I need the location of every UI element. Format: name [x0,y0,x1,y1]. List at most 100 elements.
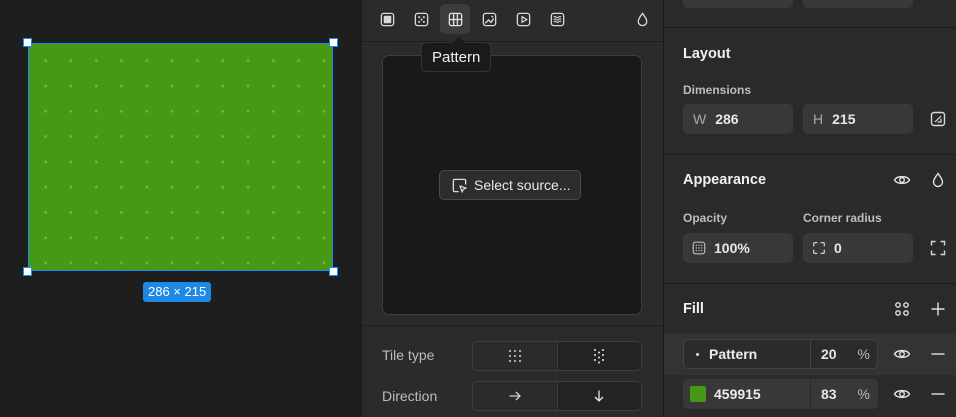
opacity-icon [692,241,706,255]
plus-icon [931,302,945,316]
expand-corners-icon [930,240,946,256]
fill-popover: Select source... Pattern Tile type Direc… [361,0,664,417]
width-value: 286 [715,111,739,127]
fill-type-tabs [370,3,656,37]
fill-opacity-value: 20 [821,346,837,362]
dimensions-label: Dimensions [683,83,752,97]
corner-radius-label: Corner radius [803,211,882,225]
fill-opacity-field[interactable]: 83 % [810,380,878,408]
eye-icon [893,349,911,359]
pattern-fill-tab[interactable] [440,4,470,34]
fill-row-pattern[interactable]: Pattern 20 % [664,333,956,375]
resize-handle-top-right[interactable] [329,38,338,47]
resize-to-fit-button[interactable] [928,109,948,129]
opacity-field[interactable]: 100% [683,233,793,263]
minus-icon [931,353,945,355]
pattern-preview: Select source... [382,55,642,315]
offset-dots-icon [594,349,605,364]
tile-type-segmented-control [472,341,642,371]
fill-visibility-button[interactable] [892,344,912,364]
canvas[interactable]: 286 × 215 [0,0,361,417]
height-field[interactable]: H 215 [803,104,913,134]
size-badge: 286 × 215 [143,282,212,302]
remove-fill-button[interactable] [928,384,948,404]
select-source-icon [452,178,467,193]
eye-icon [893,175,911,185]
fill-row-color[interactable]: 459915 83 % [664,373,956,415]
tile-type-offset-option[interactable] [556,342,641,370]
corner-radius-value: 0 [834,240,842,256]
partial-field[interactable] [683,0,793,8]
appearance-title: Appearance [683,172,767,188]
blend-mode-button[interactable] [627,4,657,34]
noise-icon [550,12,564,26]
fill-opacity-value: 83 [821,386,837,402]
opacity-value: 100% [714,240,750,256]
opacity-label: Opacity [683,211,728,225]
droplet-icon [637,11,647,26]
inspector-panel: Layout Dimensions W 286 H 215 Appearance… [663,0,956,417]
divider [362,325,664,326]
fill-opacity-field[interactable]: 20 % [810,340,878,368]
remove-fill-button[interactable] [928,344,948,364]
tile-type-grid-option[interactable] [473,342,557,370]
select-source-label: Select source... [474,177,571,193]
resize-corner-icon [930,111,946,127]
resize-handle-bottom-right[interactable] [329,267,338,276]
grid-dots-icon [508,350,521,362]
gradient-fill-tab[interactable] [406,4,436,34]
resize-handle-top-left[interactable] [23,38,32,47]
fill-opacity-unit: % [857,346,870,362]
corner-radius-icon [813,242,825,254]
divider [664,154,956,155]
height-prefix: H [813,111,824,127]
fill-pattern-field[interactable]: Pattern 20 % [683,339,878,369]
droplet-icon [932,172,944,188]
divider [362,41,664,42]
fill-color-field[interactable]: 459915 83 % [683,379,878,409]
direction-segmented-control [472,381,642,411]
width-prefix: W [693,111,707,127]
fill-title: Fill [683,301,704,317]
minus-icon [931,393,945,395]
solid-fill-tab[interactable] [372,4,402,34]
gradient-dots-icon [414,12,428,26]
tile-type-label: Tile type [382,347,435,363]
corner-radius-field[interactable]: 0 [803,233,913,263]
add-fill-button[interactable] [928,299,948,319]
resize-handle-bottom-left[interactable] [23,267,32,276]
blend-mode-button[interactable] [928,170,948,190]
arrow-right-icon [509,391,521,401]
fill-opacity-unit: % [857,386,870,402]
tooltip: Pattern [421,37,492,72]
fill-name: Pattern [709,346,758,362]
styles-grid-icon [895,302,909,316]
pattern-dot-icon [696,352,699,356]
image-icon [482,12,496,26]
video-icon [516,12,530,26]
pattern-icon [448,12,462,26]
layout-title: Layout [683,46,731,62]
direction-horizontal-option[interactable] [473,382,557,410]
direction-label: Direction [382,388,438,404]
noise-fill-tab[interactable] [542,4,572,34]
fill-hex: 459915 [714,386,761,402]
independent-corners-button[interactable] [928,238,948,258]
select-source-button[interactable]: Select source... [439,170,581,200]
video-fill-tab[interactable] [508,4,538,34]
divider [664,283,956,284]
arrow-down-icon [594,390,604,402]
fill-visibility-button[interactable] [892,384,912,404]
height-value: 215 [832,111,856,127]
direction-vertical-option[interactable] [556,382,641,410]
image-fill-tab[interactable] [474,4,504,34]
solid-fill-icon [380,12,394,26]
color-swatch[interactable] [690,386,706,402]
partial-field[interactable] [803,0,913,8]
selected-frame[interactable] [23,38,338,276]
toggle-visibility-button[interactable] [892,170,912,190]
width-field[interactable]: W 286 [683,104,793,134]
divider [664,27,956,28]
fill-styles-button[interactable] [892,299,912,319]
eye-icon [893,389,911,399]
